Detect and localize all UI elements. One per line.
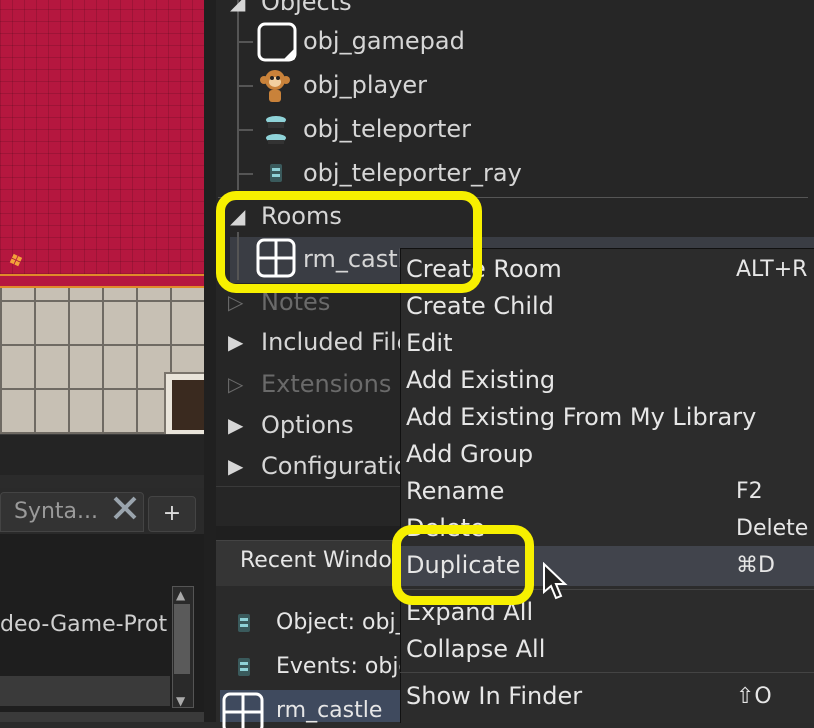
tree-folder-included-files[interactable]: Included File [261,328,411,356]
door-opening [172,380,204,430]
room-grid-icon [222,692,264,728]
tree-item-obj-gamepad[interactable]: obj_gamepad [303,27,465,55]
gamepad-object-icon [257,22,297,62]
menu-item-show-in-finder[interactable]: Show In Finder [406,682,582,710]
tree-folder-options[interactable]: Options [261,411,354,439]
recent-item-rm-castle[interactable]: rm_castle [276,698,382,723]
object-icon [236,612,252,634]
chevron-right-icon[interactable]: ▶ [228,454,243,478]
shortcut-show-in-finder: ⇧O [736,684,772,709]
menu-separator [400,672,814,673]
carpet-tiles [0,0,204,286]
tab-syntax-label: Synta... [14,499,99,524]
tree-item-obj-teleporter[interactable]: obj_teleporter [303,115,471,143]
tree-item-obj-teleporter-ray[interactable]: obj_teleporter_ray [303,159,522,187]
chevron-right-icon[interactable]: ▷ [228,372,243,396]
menu-item-edit[interactable]: Edit [406,329,452,357]
shortcut-delete: Delete [736,516,809,541]
tree-item-obj-player[interactable]: obj_player [303,71,427,99]
menu-item-rename[interactable]: Rename [406,477,504,505]
menu-item-add-existing-from-library[interactable]: Add Existing From My Library [406,403,756,431]
mouse-cursor-icon [542,562,568,600]
menu-item-add-group[interactable]: Add Group [406,440,533,468]
tree-folder-configurations[interactable]: Configuratio [261,452,409,480]
carpet-border [0,274,204,288]
highlight-rooms-annotation [216,191,482,293]
tree-guide-line [237,129,253,131]
scroll-up-icon[interactable]: ▲ [176,588,185,602]
events-icon [236,656,252,678]
room-status-bar [0,434,204,475]
tree-folder-extensions[interactable]: Extensions [261,370,391,398]
shortcut-create-room: ALT+R [736,257,808,282]
shortcut-duplicate: ⌘D [736,553,775,578]
menu-item-create-child[interactable]: Create Child [406,292,554,320]
highlight-duplicate-annotation [392,525,534,605]
teleporter-ray-sprite-icon [268,162,284,184]
tree-guide-line [237,41,253,43]
output-text: deo-Game-Prot [0,612,168,637]
tree-guide-line [237,173,253,175]
menu-item-add-existing[interactable]: Add Existing [406,366,555,394]
chevron-right-icon[interactable]: ▷ [228,290,243,314]
monkey-sprite-icon [259,68,291,104]
tree-folder-objects[interactable]: Objects [261,0,352,16]
output-highlight-row [0,676,170,706]
chevron-right-icon[interactable]: ▶ [228,330,243,354]
add-tab-button[interactable]: + [148,496,196,532]
recent-item-object[interactable]: Object: obj_ [276,610,407,635]
tree-guide-line [237,85,253,87]
scrollbar-thumb[interactable] [174,604,190,674]
chevron-down-icon[interactable]: ◢ [230,0,245,14]
chevron-right-icon[interactable]: ▶ [228,413,243,437]
recent-item-events[interactable]: Events: obje [276,654,412,679]
menu-item-collapse-all[interactable]: Collapse All [406,635,545,663]
scroll-down-icon[interactable]: ▼ [176,694,185,708]
tree-guide-line [237,0,239,190]
close-icon[interactable] [112,495,138,521]
horizontal-scrollbar[interactable] [0,712,204,722]
panel-splitter[interactable] [204,0,216,722]
recent-windows-title: Recent Window [240,548,410,573]
teleporter-sprite-icon [264,112,288,148]
shortcut-rename: F2 [736,479,763,504]
